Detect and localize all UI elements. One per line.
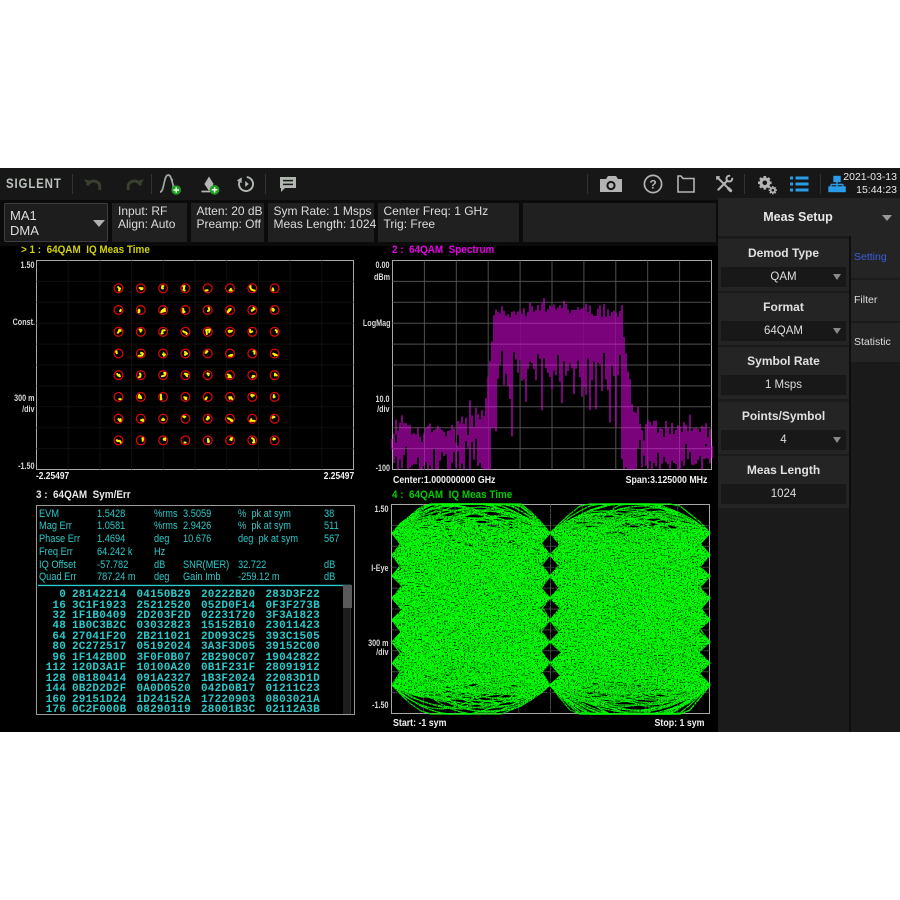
svg-text:?: ? — [649, 178, 656, 192]
